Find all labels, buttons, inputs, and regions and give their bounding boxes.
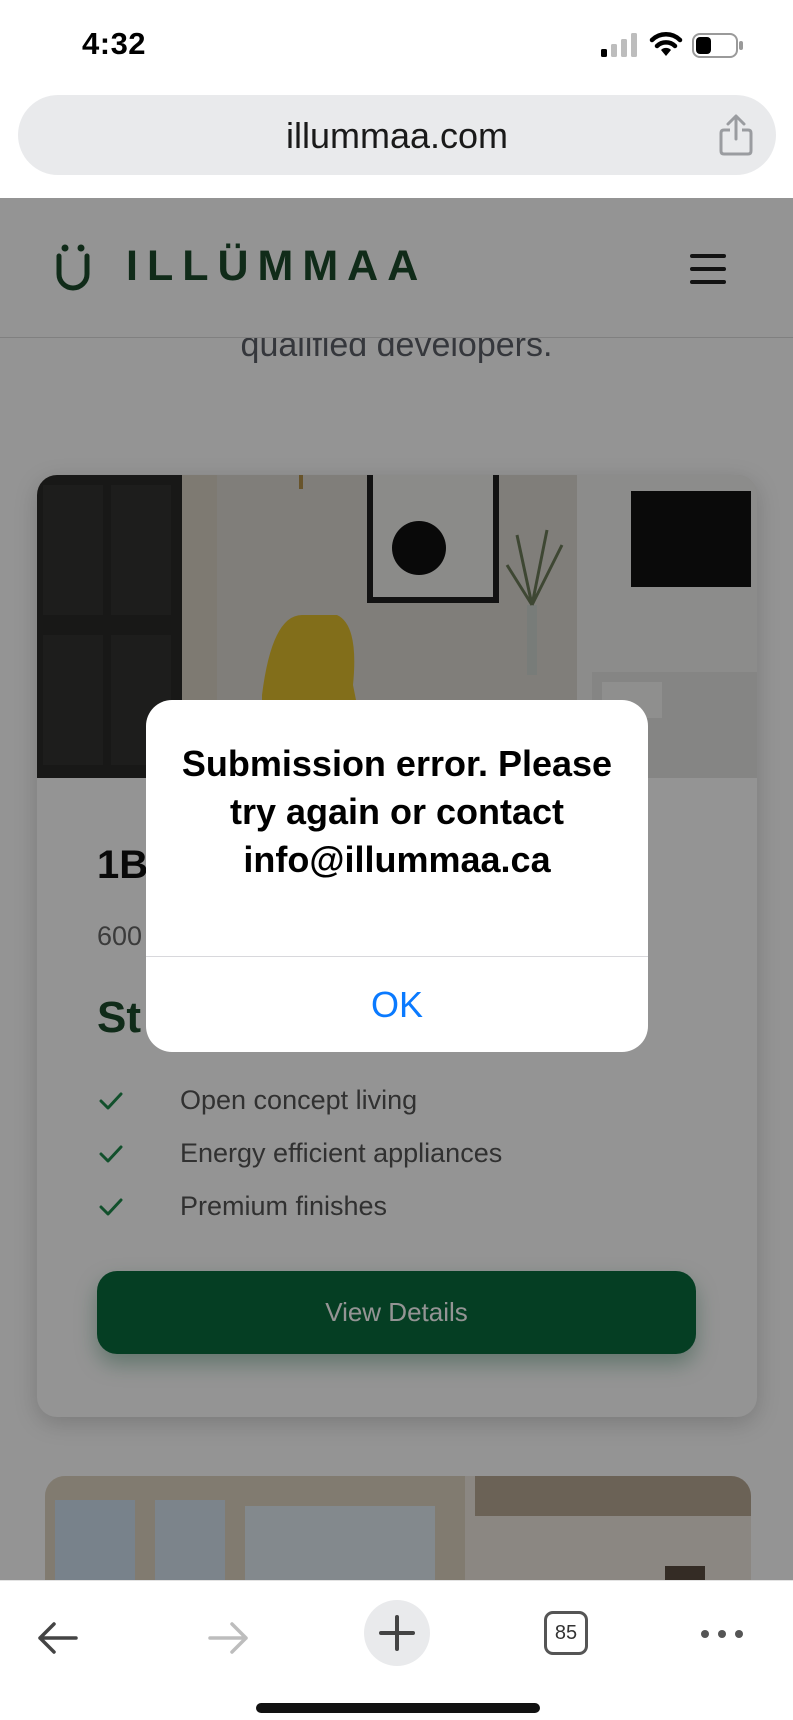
browser-url-area: illummaa.com	[0, 95, 793, 198]
address-bar[interactable]: illummaa.com	[18, 95, 776, 175]
home-indicator	[256, 1703, 540, 1713]
battery-icon	[692, 33, 743, 58]
forward-arrow-icon[interactable]	[206, 1621, 250, 1655]
new-tab-plus-icon	[379, 1615, 415, 1651]
back-arrow-icon[interactable]	[36, 1621, 80, 1655]
alert-dialog: Submission error. Please try again or co…	[146, 700, 648, 1052]
alert-ok-button[interactable]: OK	[146, 957, 648, 1052]
url-text[interactable]: illummaa.com	[18, 115, 776, 157]
alert-message: Submission error. Please try again or co…	[181, 743, 613, 880]
cellular-signal-icon	[601, 33, 637, 57]
status-bar: 4:32	[0, 0, 793, 95]
browser-toolbar: 85	[0, 1580, 793, 1720]
new-tab-button[interactable]	[364, 1600, 430, 1666]
wifi-icon	[649, 32, 683, 56]
more-icon[interactable]	[700, 1629, 744, 1639]
status-time: 4:32	[82, 26, 147, 61]
share-icon[interactable]	[718, 113, 754, 157]
tabs-icon[interactable]: 85	[544, 1611, 588, 1655]
